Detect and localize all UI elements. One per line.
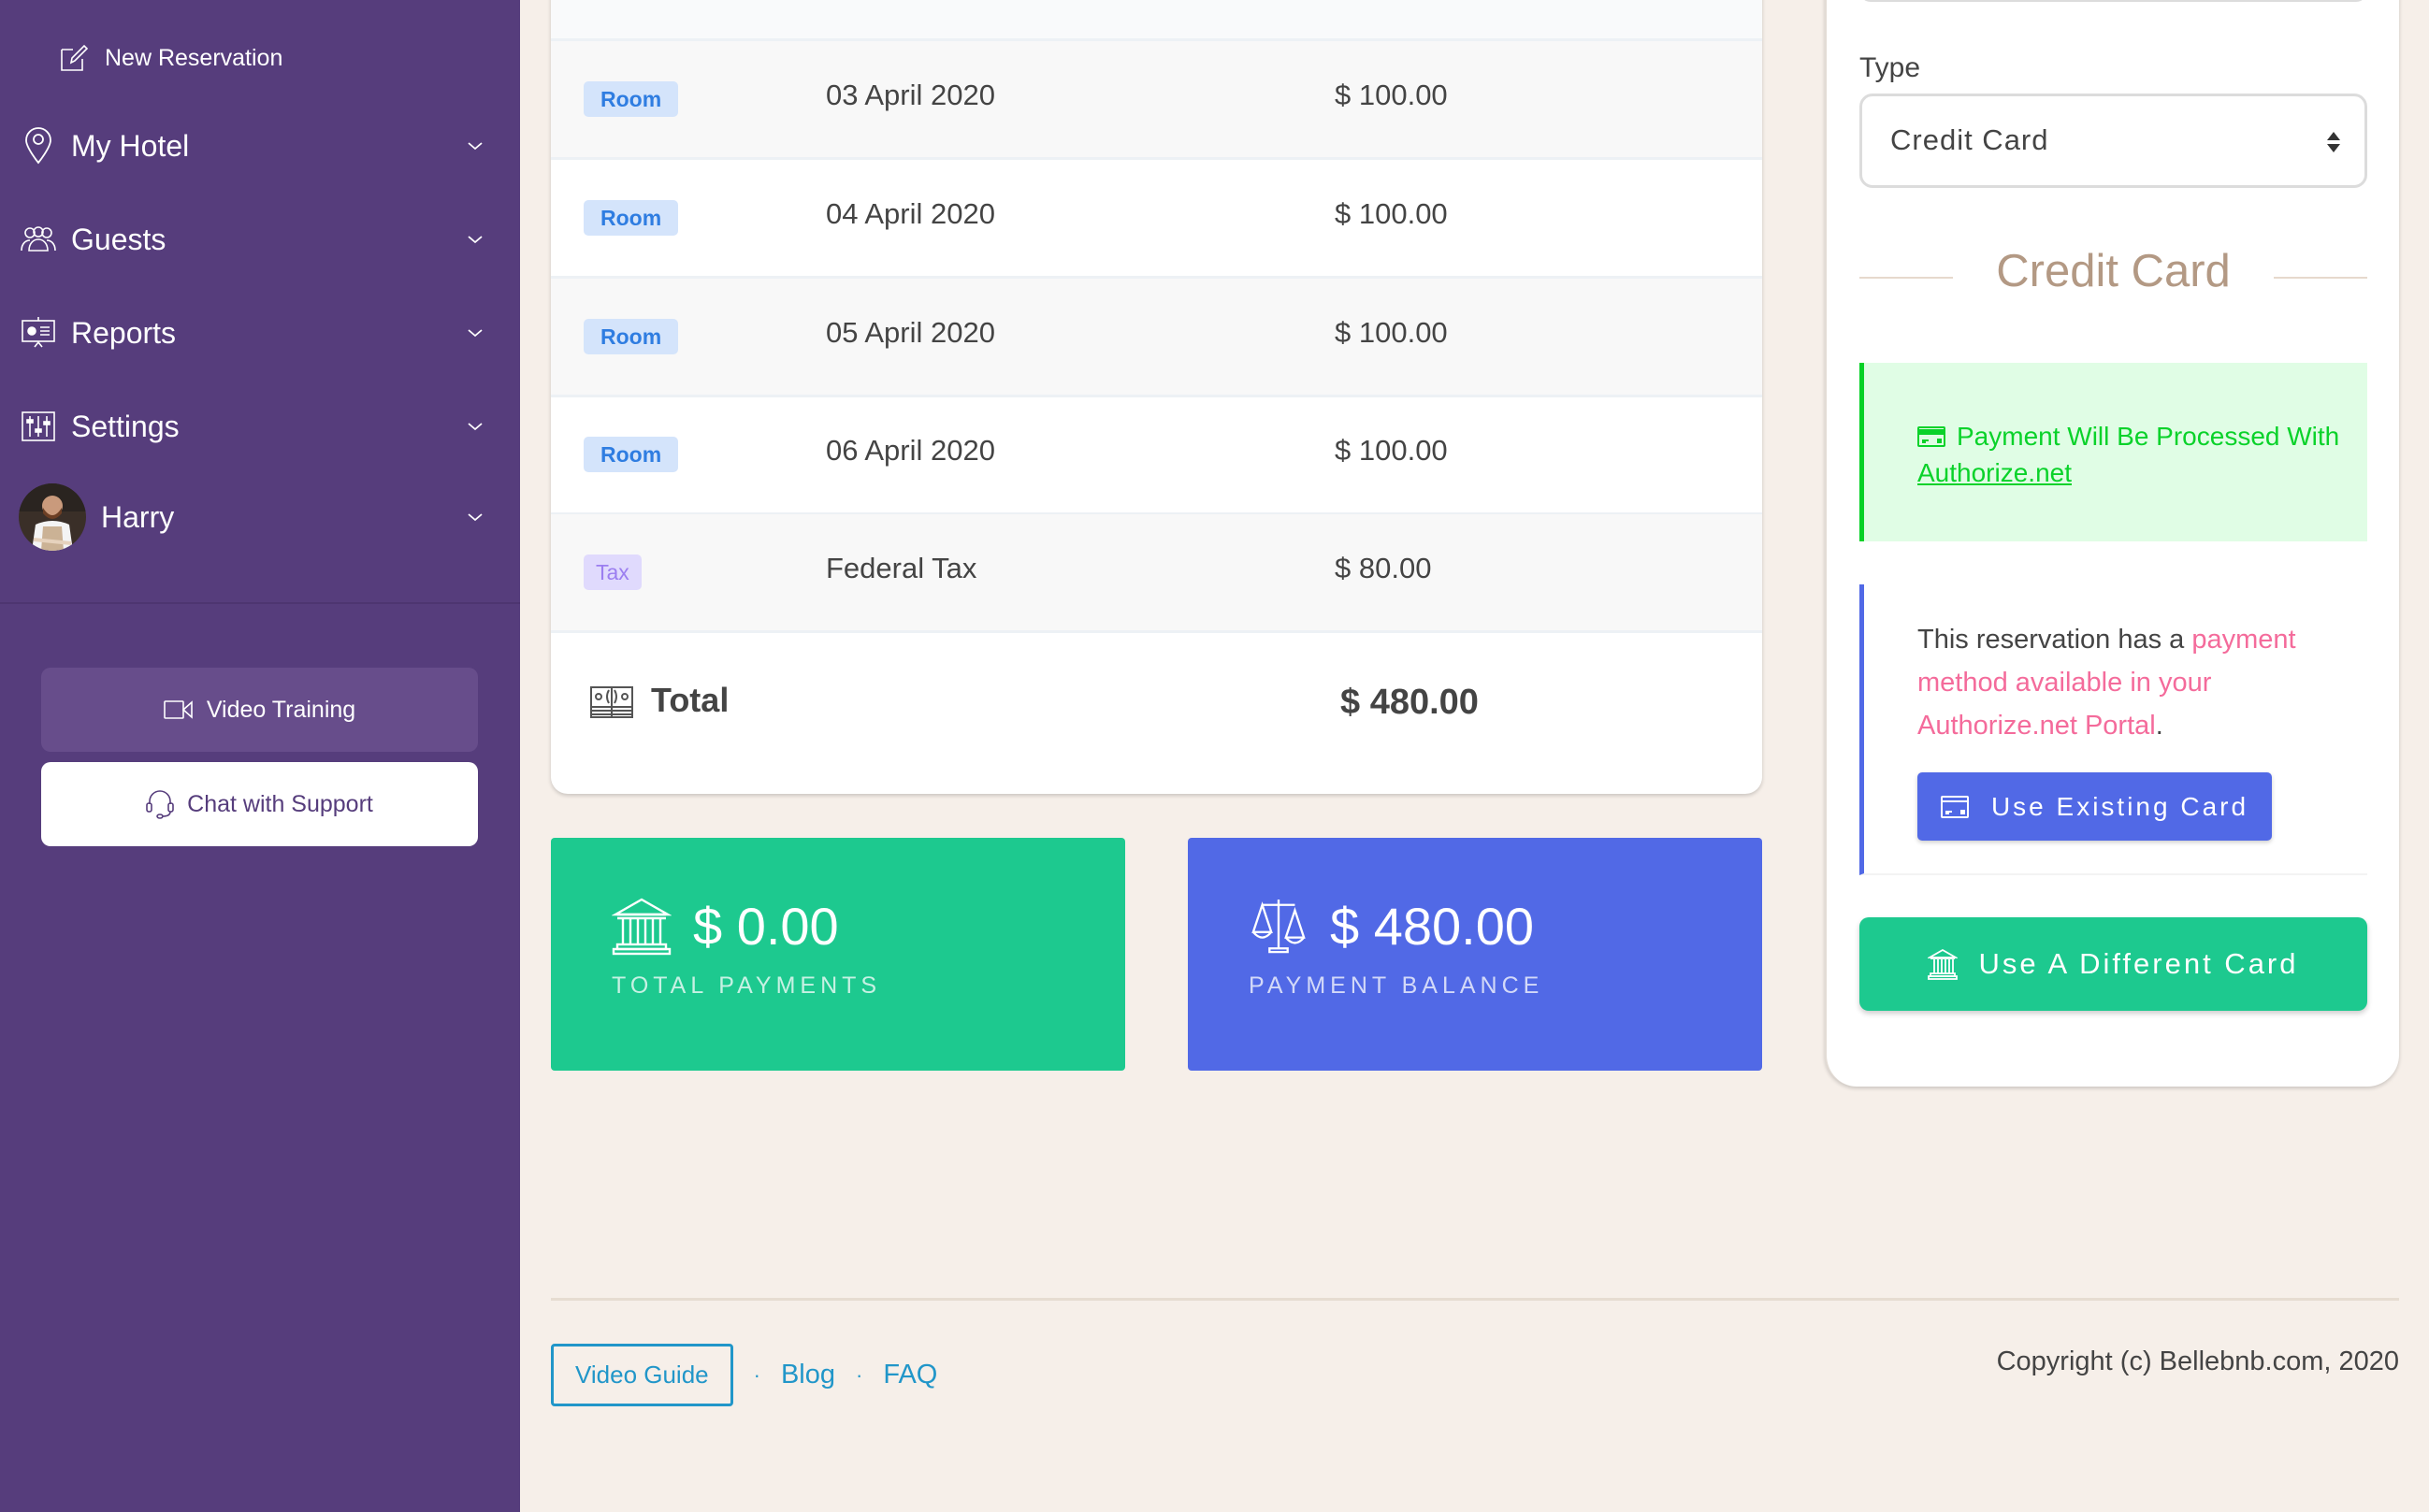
table-row: Room 04 April 2020 $ 100.00: [551, 160, 1762, 279]
copyright: Copyright (c) Bellebnb.com, 2020: [1996, 1346, 2399, 1376]
presentation-icon: [19, 313, 58, 353]
table-header-row: [551, 0, 1762, 41]
row-description: 06 April 2020: [826, 434, 995, 467]
type-label: Type: [1859, 52, 1921, 83]
use-existing-card-button[interactable]: Use Existing Card: [1917, 772, 2272, 841]
bank-icon: [612, 898, 672, 956]
chat-support-button[interactable]: Chat with Support: [41, 762, 478, 846]
balance-scale-icon: [1251, 899, 1306, 954]
row-amount: $ 100.00: [1335, 434, 1448, 467]
money-bill-icon: [590, 686, 633, 718]
sidebar: New Reservation My Hotel Guests Reports …: [0, 0, 520, 1512]
row-description: 03 April 2020: [826, 79, 995, 111]
total-row: Total $ 480.00: [551, 630, 1762, 794]
processor-alert-text: Payment Will Be Processed With Authorize…: [1917, 418, 2357, 491]
video-training-button[interactable]: Video Training: [41, 668, 478, 752]
total-payments-value: $ 0.00: [693, 897, 839, 956]
table-row: Room 03 April 2020 $ 100.00: [551, 41, 1762, 160]
existing-method-text: This reservation has a payment method av…: [1917, 618, 2329, 747]
video-camera-icon: [164, 700, 193, 719]
chevron-down-icon: [468, 142, 483, 151]
chevron-down-icon: [468, 423, 483, 431]
total-label: Total: [651, 681, 730, 719]
payment-type-select[interactable]: Credit Card: [1859, 94, 2367, 188]
previous-field[interactable]: [1859, 0, 2367, 2]
map-pin-icon: [19, 126, 58, 166]
sidebar-item-label: Guests: [71, 222, 166, 256]
chevron-down-icon: [468, 236, 483, 244]
row-amount: $ 100.00: [1335, 79, 1448, 111]
user-name: Harry: [101, 499, 175, 534]
avatar: [19, 483, 86, 551]
type-badge: Room: [584, 319, 679, 354]
users-icon: [19, 220, 58, 259]
type-badge: Room: [584, 437, 679, 472]
table-row: Tax Federal Tax $ 80.00: [551, 514, 1762, 633]
sidebar-item-reports[interactable]: Reports: [19, 305, 486, 361]
row-description: 04 April 2020: [826, 197, 995, 230]
credit-card-icon: [1917, 426, 1945, 447]
edit-icon: [61, 44, 88, 71]
payment-balance-tile: $ 480.00 PAYMENT BALANCE: [1188, 838, 1762, 1071]
footer-link-faq[interactable]: FAQ: [883, 1360, 937, 1390]
payment-balance-label: PAYMENT BALANCE: [1249, 972, 1544, 999]
total-payments-tile: $ 0.00 TOTAL PAYMENTS: [551, 838, 1125, 1071]
chat-support-label: Chat with Support: [187, 790, 373, 817]
select-arrows-icon: [2327, 132, 2340, 152]
sidebar-item-label: Settings: [71, 409, 180, 443]
existing-method-suffix: .: [2155, 711, 2163, 741]
sidebar-item-label: Reports: [71, 315, 177, 350]
separator: ·: [753, 1362, 760, 1387]
video-training-label: Video Training: [206, 696, 356, 723]
row-amount: $ 80.00: [1335, 552, 1432, 584]
sidebar-item-guests[interactable]: Guests: [19, 211, 486, 267]
bank-icon: [1928, 948, 1959, 980]
total-payments-label: TOTAL PAYMENTS: [612, 972, 882, 999]
separator: ·: [856, 1362, 863, 1387]
type-badge: Room: [584, 200, 679, 236]
credit-card-icon: [1940, 795, 1969, 818]
existing-method-notice: This reservation has a payment method av…: [1859, 584, 2367, 875]
video-guide-button[interactable]: Video Guide: [551, 1344, 733, 1406]
row-amount: $ 100.00: [1335, 316, 1448, 349]
type-badge: Room: [584, 81, 679, 117]
existing-method-prefix: This reservation has a: [1917, 625, 2192, 655]
row-description: 05 April 2020: [826, 316, 995, 349]
footer-divider: [551, 1298, 2399, 1301]
new-reservation-label: New Reservation: [105, 44, 283, 71]
charges-table: Room 03 April 2020 $ 100.00 Room 04 Apri…: [551, 0, 1762, 794]
authorize-net-link[interactable]: Authorize.net: [1917, 458, 2072, 487]
processor-alert-prefix: Payment Will Be Processed With: [1957, 422, 2340, 451]
type-badge: Tax: [584, 554, 642, 590]
sidebar-item-label: My Hotel: [71, 128, 190, 163]
total-amount: $ 480.00: [1340, 683, 1479, 722]
payment-card: Type Credit Card Credit Card Payment Wil…: [1825, 0, 2399, 1087]
sidebar-item-user[interactable]: Harry: [19, 483, 486, 551]
payment-type-value: Credit Card: [1890, 123, 2049, 156]
processor-alert: Payment Will Be Processed With Authorize…: [1859, 363, 2367, 541]
sidebar-divider: [0, 602, 520, 604]
table-row: Room 06 April 2020 $ 100.00: [551, 396, 1762, 515]
sliders-icon: [19, 407, 58, 446]
sidebar-item-my-hotel[interactable]: My Hotel: [19, 118, 486, 174]
use-different-card-button[interactable]: Use A Different Card: [1859, 917, 2367, 1011]
chevron-down-icon: [468, 513, 483, 522]
sidebar-item-settings[interactable]: Settings: [19, 398, 486, 454]
use-existing-card-label: Use Existing Card: [1990, 791, 2249, 821]
chevron-down-icon: [468, 329, 483, 338]
credit-card-heading-text: Credit Card: [1996, 246, 2231, 296]
footer-link-blog[interactable]: Blog: [781, 1360, 835, 1390]
footer-links: Video Guide · Blog · FAQ: [551, 1344, 937, 1406]
new-reservation-link[interactable]: New Reservation: [60, 39, 282, 77]
payment-balance-value: $ 480.00: [1330, 897, 1534, 956]
credit-card-heading: Credit Card: [1859, 245, 2367, 310]
heading-divider-right: [2274, 277, 2367, 279]
table-row: Room 05 April 2020 $ 100.00: [551, 279, 1762, 397]
headset-icon: [146, 790, 174, 819]
row-amount: $ 100.00: [1335, 197, 1448, 230]
row-description: Federal Tax: [826, 552, 977, 584]
use-different-card-label: Use A Different Card: [1978, 947, 2299, 980]
